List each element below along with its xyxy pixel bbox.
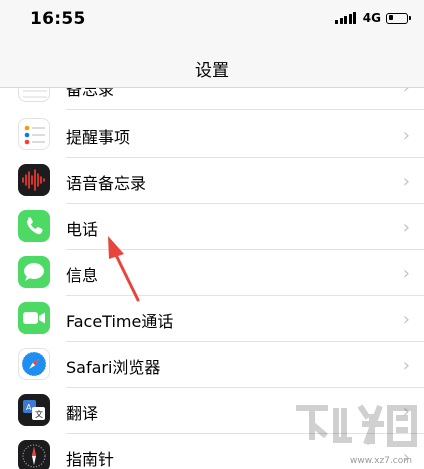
settings-row-label: 提醒事项 (66, 128, 131, 147)
notes-icon (18, 88, 50, 102)
voice-memos-icon (18, 164, 50, 196)
chevron-right-icon: › (402, 125, 410, 146)
navigation-bar: 设置 (0, 40, 424, 88)
settings-list[interactable]: 备忘录 › 提醒事项 › (0, 88, 424, 469)
safari-icon (18, 348, 50, 380)
settings-row-label: 电话 (66, 220, 99, 239)
svg-text:文: 文 (35, 409, 43, 419)
settings-row-messages[interactable]: 信息 › (0, 250, 424, 296)
status-time: 16:55 (30, 9, 86, 29)
chevron-right-icon: › (403, 88, 410, 98)
chevron-right-icon: › (402, 217, 410, 238)
settings-row-translate[interactable]: A 文 翻译 › (0, 388, 424, 434)
reminders-icon (18, 118, 50, 150)
settings-row-label: FaceTime通话 (66, 312, 174, 331)
settings-row-label: 语音备忘录 (66, 174, 147, 193)
chevron-right-icon: › (402, 401, 410, 422)
settings-row-label: 翻译 (66, 404, 99, 423)
settings-row-notes[interactable]: 备忘录 › (0, 88, 424, 110)
page-title: 设置 (195, 61, 229, 81)
facetime-icon (18, 302, 50, 334)
phone-icon (18, 210, 50, 242)
settings-row-facetime[interactable]: FaceTime通话 › (0, 296, 424, 342)
watermark-url: www.xz7.com (350, 456, 412, 466)
settings-row-phone[interactable]: 电话 › (0, 204, 424, 250)
chevron-right-icon: › (402, 309, 410, 330)
chevron-right-icon: › (402, 171, 410, 192)
network-type: 4G (362, 11, 381, 25)
settings-row-label: Safari浏览器 (66, 358, 161, 377)
status-indicators: 4G (335, 11, 411, 25)
svg-text:A: A (26, 403, 32, 412)
cellular-signal-icon (335, 12, 358, 24)
battery-level (388, 15, 393, 20)
settings-row-safari[interactable]: Safari浏览器 › (0, 342, 424, 388)
status-bar: 16:55 4G (0, 0, 424, 40)
compass-icon (18, 440, 50, 469)
messages-icon (18, 256, 50, 288)
settings-row-voice-memos[interactable]: 语音备忘录 › (0, 158, 424, 204)
settings-row-label: 指南针 (66, 450, 115, 469)
settings-row-label: 备忘录 (66, 88, 115, 99)
chevron-right-icon: › (402, 263, 410, 284)
translate-icon: A 文 (18, 394, 50, 426)
settings-row-reminders[interactable]: 提醒事项 › (0, 112, 424, 158)
settings-row-label: 信息 (66, 266, 99, 285)
chevron-right-icon: › (402, 355, 410, 376)
battery-icon (386, 12, 411, 24)
row-divider (66, 109, 424, 110)
